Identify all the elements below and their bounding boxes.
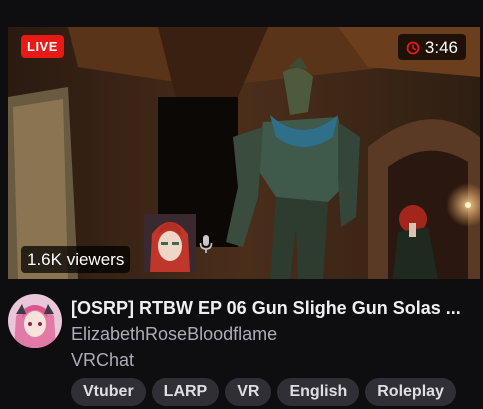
live-badge: LIVE: [21, 35, 64, 58]
stream-card: LIVE 3:46 1.6K viewers [OSRP] RTBW EP 06…: [0, 0, 483, 409]
microphone-icon: [199, 235, 213, 253]
channel-avatar[interactable]: [8, 294, 62, 348]
tag-roleplay[interactable]: Roleplay: [365, 378, 456, 406]
viewer-count: 1.6K viewers: [21, 246, 131, 273]
clock-icon: [406, 41, 420, 54]
tag-vtuber[interactable]: Vtuber: [71, 378, 146, 406]
tag-larp[interactable]: LARP: [151, 378, 220, 406]
channel-name[interactable]: ElizabethRoseBloodflame: [71, 324, 277, 345]
uptime-text: 3:46: [424, 38, 458, 57]
tag-english[interactable]: English: [277, 378, 360, 406]
tag-vr[interactable]: VR: [225, 378, 272, 406]
thumbnail-scene: [8, 27, 480, 279]
stream-title[interactable]: [OSRP] RTBW EP 06 Gun Slighe Gun Solas .…: [71, 298, 481, 319]
streamer-camera-overlay: [144, 214, 196, 272]
uptime-badge: 3:46: [397, 34, 466, 60]
tag-list: Vtuber LARP VR English Roleplay: [71, 378, 456, 406]
category-link[interactable]: VRChat: [71, 350, 134, 371]
stream-thumbnail[interactable]: LIVE 3:46 1.6K viewers: [8, 27, 480, 279]
